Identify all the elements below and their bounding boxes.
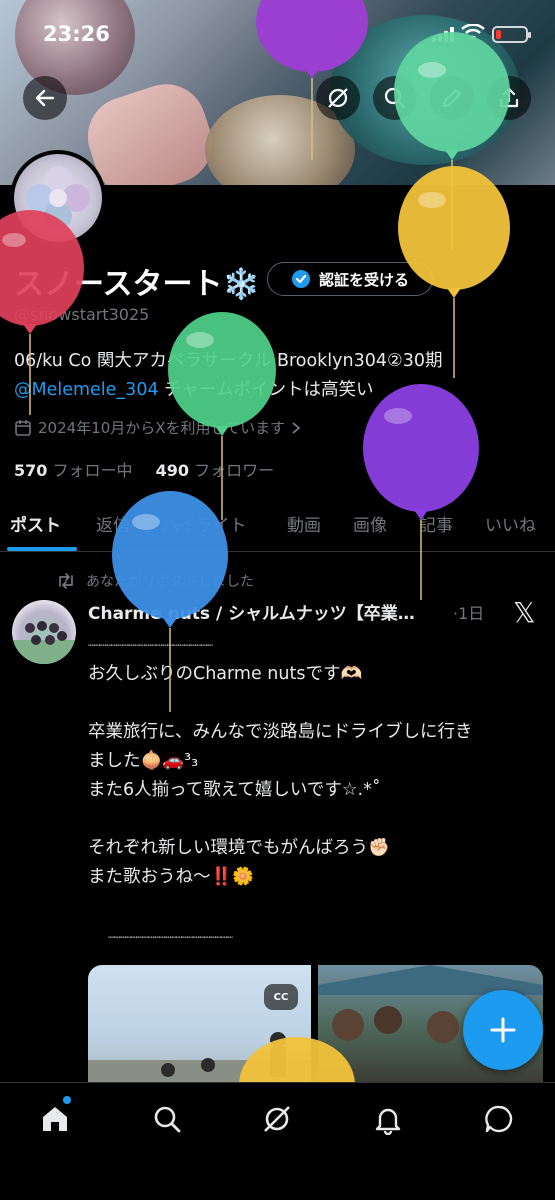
tab-videos[interactable]: 動画 [287,511,321,536]
tab-replies[interactable]: 返信 [96,511,130,536]
post-line [88,805,543,834]
tab-posts[interactable]: ポスト [10,511,61,536]
followers-link[interactable]: 490 フォロワー [156,461,275,480]
nav-grok[interactable] [252,1099,302,1139]
profile-bio: 06/ku Co 関大アカペラサークル Brooklyn304②30期 @Mel… [14,347,544,405]
calendar-icon [15,419,31,436]
bottom-navigation [0,1082,555,1200]
post-timestamp[interactable]: ·1日 [453,600,484,624]
post-author-avatar[interactable] [12,600,76,664]
post-media-video[interactable] [88,965,311,1085]
nav-search[interactable] [142,1099,192,1139]
post-author-name[interactable]: Charme nuts / シャルムナッツ【卒業… [88,599,458,624]
message-icon [485,1105,513,1133]
home-icon [43,1107,67,1131]
following-label: フォロー中 [47,461,133,480]
compose-button[interactable] [463,990,543,1070]
bio-line-1: 06/ku Co 関大アカペラサークル Brooklyn304②30期 [14,351,443,371]
notification-dot [63,1096,71,1104]
avatar-flower-image [26,166,90,230]
post-line: 卒業旅行に、みんなで淡路島にドライブしに行き [88,722,473,742]
post-line: また歌おうね〜‼️🌼 [88,867,255,887]
joined-date: 2024年10月からXを利用しています [14,417,301,438]
share-button[interactable] [487,76,531,120]
profile-avatar[interactable] [10,150,106,246]
get-verified-button[interactable]: 認証を受ける [267,262,433,296]
search-icon [154,1106,181,1133]
bio-mention-link[interactable]: @Melemele_304 [14,380,159,400]
tab-likes[interactable]: いいね [485,511,536,536]
repost-indicator: あなたがリポストしました [56,571,254,591]
tab-articles[interactable]: 記事 [419,511,453,536]
post-line: それぞれ新しい環境でもがんばろう✊🏻 [88,838,390,858]
nav-home[interactable] [30,1099,80,1139]
status-time: 23:26 [43,22,110,46]
wifi-icon [461,24,485,40]
group-photo-image [12,621,76,664]
post-line: お久しぶりのCharme nutsです🫶🏻 [88,664,363,684]
arrow-left-icon [35,89,55,107]
post-separator-bottom: ┈┈┈┈┈┈┈┈┈┈┈┈┈┈┈┈┈┈┈┈┈┈ [108,931,233,944]
pencil-icon [443,89,461,107]
post-line: ました🧅🚗³₃ [88,751,199,771]
verify-label: 認証を受ける [318,270,409,289]
share-icon [499,87,519,108]
nav-messages[interactable] [474,1099,524,1139]
grok-icon [328,88,348,108]
verified-badge-icon [291,270,310,288]
balloon-icon [168,312,276,520]
media-photo-1 [88,1032,311,1085]
repost-label: あなたがリポストしました [86,574,254,590]
grok-button[interactable] [316,76,360,120]
post-line: また6人揃って歌えて嬉しいです☆.*˚ [88,780,381,800]
following-link[interactable]: 570 フォロー中 [14,461,133,480]
profile-name: スノースタート❄️ [14,267,260,302]
balloon-icon [363,384,479,600]
back-button[interactable] [23,76,67,120]
edit-button[interactable] [430,76,474,120]
battery-icon [492,26,531,43]
tab-images[interactable]: 画像 [353,511,387,536]
plus-icon [490,1017,516,1043]
x-logo-icon: 𝕏 [513,596,536,629]
post-text: ┈┈┈┈┈┈┈┈┈┈┈┈┈┈┈┈┈┈┈┈┈┈ お久しぶりのCharme nuts… [88,631,543,892]
search-icon [384,87,406,109]
bio-line-2-text: チャームポイントは高笑い [158,380,374,400]
profile-tabs: ポスト 返信 ハイライト 動画 画像 記事 いいね [0,497,555,552]
follow-stats: 570 フォロー中 490 フォロワー [14,457,274,481]
grok-icon [264,1106,290,1132]
followers-label: フォロワー [189,461,275,480]
following-count: 570 [14,461,48,480]
bio-line-2: @Melemele_304 チャームポイントは高笑い [14,376,544,405]
profile-handle: @snowstart3025 [14,305,150,324]
bell-icon [375,1108,401,1135]
banner-hand [77,73,223,185]
nav-notifications[interactable] [363,1099,413,1139]
chevron-right-icon[interactable] [291,421,301,435]
joined-text: 2024年10月からXを利用しています [38,419,286,437]
repost-icon [59,573,73,589]
post-separator-top: ┈┈┈┈┈┈┈┈┈┈┈┈┈┈┈┈┈┈┈┈┈┈ [88,639,213,652]
post-line [88,689,543,718]
status-bar: 23:26 [0,0,555,60]
search-button[interactable] [373,76,417,120]
followers-count: 490 [155,461,189,480]
captions-badge[interactable]: CC [264,984,298,1010]
signal-icon [432,26,456,42]
tab-highlights[interactable]: ハイライト [162,511,247,536]
active-tab-indicator [7,547,77,551]
